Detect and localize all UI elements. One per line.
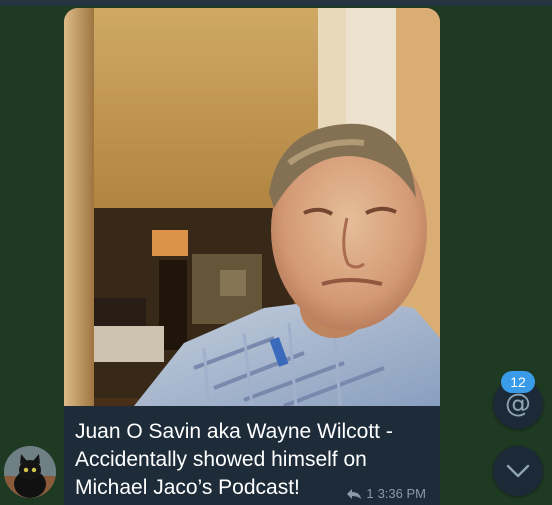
chevron-down-icon xyxy=(506,464,530,478)
video-thumbnail[interactable] xyxy=(64,8,440,406)
reply-count[interactable]: 1 xyxy=(366,486,373,501)
message-bubble[interactable]: Juan O Savin aka Wayne Wilcott - Acciden… xyxy=(64,8,440,505)
black-cat-avatar-icon xyxy=(4,446,56,498)
message-meta: 1 3:36 PM xyxy=(346,486,426,501)
at-sign-icon: @ xyxy=(505,389,531,419)
reply-arrow-icon[interactable] xyxy=(346,488,362,500)
header-edge xyxy=(0,0,552,6)
video-frame-image xyxy=(64,8,440,406)
sender-avatar[interactable] xyxy=(4,446,56,498)
mention-count-badge: 12 xyxy=(501,371,535,393)
message-time: 3:36 PM xyxy=(377,486,426,501)
scroll-down-button[interactable] xyxy=(493,446,543,496)
